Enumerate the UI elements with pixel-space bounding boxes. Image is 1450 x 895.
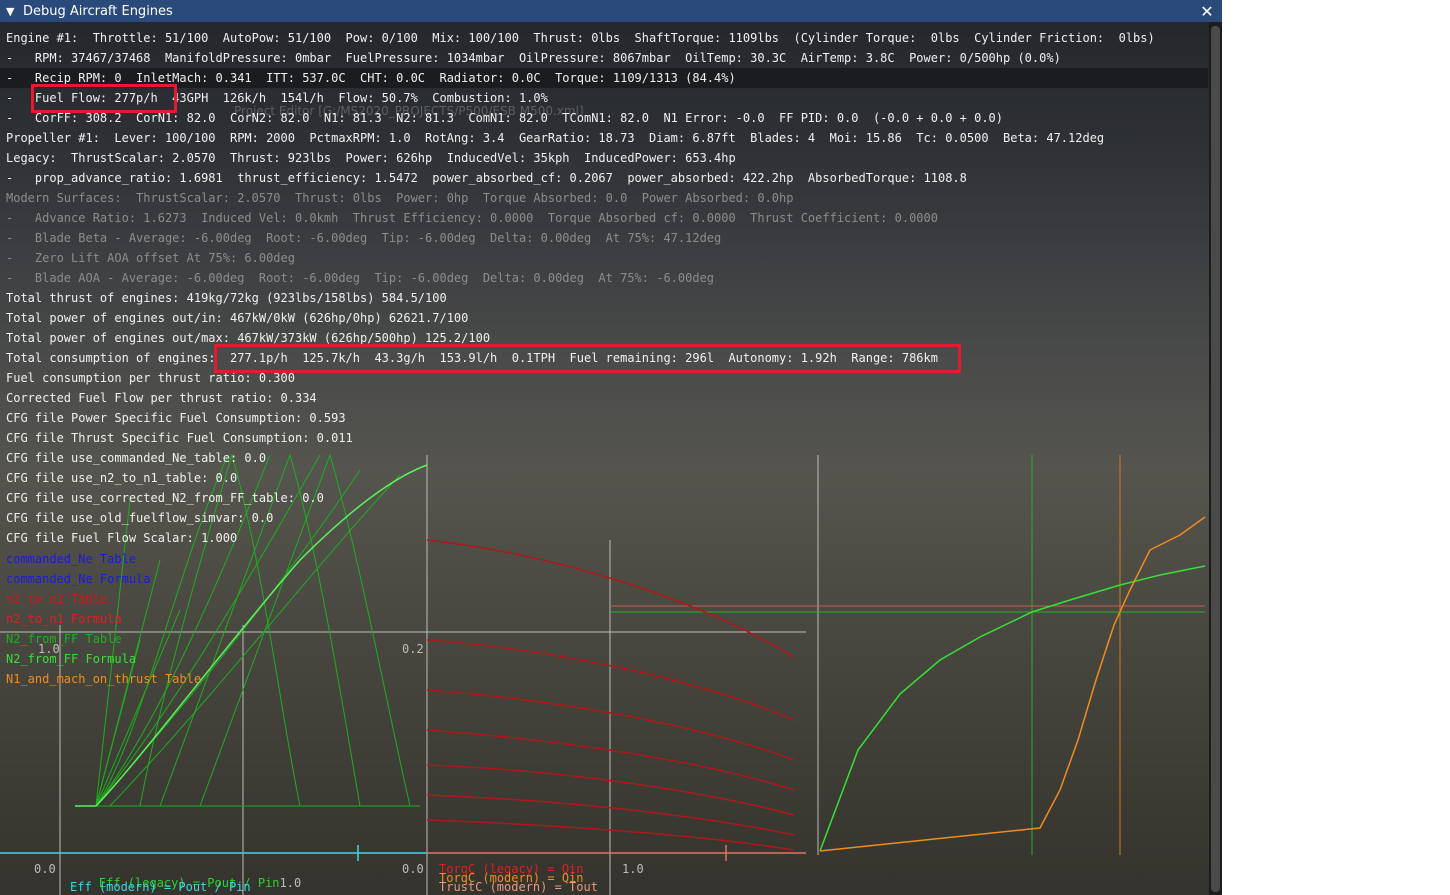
info-line: Fuel consumption per thrust ratio: 0.300 <box>6 371 295 385</box>
fuel-flow-highlight <box>31 84 177 113</box>
eff-legacy-suffix: 1.0 <box>279 876 302 890</box>
info-line: Propeller #1: Lever: 100/100 RPM: 2000 P… <box>6 131 1105 145</box>
info-line: CFG file Fuel Flow Scalar: 1.000 <box>6 531 238 545</box>
eff-curve <box>159 453 361 807</box>
vertical-scrollbar[interactable] <box>1209 22 1222 895</box>
legend-item: N2_from_FF Table <box>6 632 122 646</box>
n2-from-ff-curve <box>819 565 1206 852</box>
info-line: Modern Surfaces: ThrustScalar: 2.0570 Th… <box>6 191 794 205</box>
legend-item: n2_to_n1 Formula <box>6 612 122 626</box>
info-line: Legacy: ThrustScalar: 2.0570 Thrust: 923… <box>6 151 736 165</box>
info-line: Corrected Fuel Flow per thrust ratio: 0.… <box>6 391 317 405</box>
info-line: CFG file use_old_fuelflow_simvar: 0.0 <box>6 511 274 525</box>
info-line: - RPM: 37467/37468 ManifoldPressure: 0mb… <box>6 51 1061 65</box>
info-line: - CorFF: 308.2 CorN1: 82.0 CorN2: 82.0 N… <box>6 111 1003 125</box>
info-line: Total power of engines out/max: 467kW/37… <box>6 331 491 345</box>
eff-curve <box>75 454 321 807</box>
info-line: - Recip RPM: 0 InletMach: 0.341 ITT: 537… <box>6 71 736 85</box>
legend-item: commanded_Ne Table <box>6 552 137 566</box>
eff-curve <box>139 453 301 807</box>
trust-modern-label: TrustC (modern) = Tout <box>439 880 598 894</box>
graph3-label-one: 1.0 <box>622 862 644 876</box>
info-line: CFG file Thrust Specific Fuel Consumptio… <box>6 431 353 445</box>
graph1-label-top: 1.0 <box>38 642 60 656</box>
info-line: - Blade AOA - Average: -6.00deg Root: -6… <box>6 271 715 285</box>
info-line: CFG file use_corrected_N2_from_FF_table:… <box>6 491 324 505</box>
info-line: Engine #1: Throttle: 51/100 AutoPow: 51/… <box>6 31 1155 45</box>
graph1-zero-a: 0.0 <box>34 862 56 876</box>
info-line: CFG file Power Specific Fuel Consumption… <box>6 411 346 425</box>
info-line: - Zero Lift AOA offset At 75%: 6.00deg <box>6 251 295 265</box>
info-line: Total power of engines out/in: 467kW/0kW… <box>6 311 469 325</box>
eff-curve <box>199 453 411 807</box>
debug-engines-window: ▼ Debug Aircraft Engines ✕ Project Edito… <box>0 0 1222 895</box>
info-line: Total thrust of engines: 419kg/72kg (923… <box>6 291 447 305</box>
consumption-highlight <box>214 344 961 373</box>
info-line: CFG file use_n2_to_n1_table: 0.0 <box>6 471 238 485</box>
legend-item: N2_from_FF Formula <box>6 652 137 666</box>
scrollbar-thumb[interactable] <box>1211 26 1220 892</box>
n1-thrust-curve <box>819 516 1206 852</box>
legend-item: n2_to_n1 Table <box>6 592 108 606</box>
info-line: CFG file use_commanded_Ne_table: 0.0 <box>6 451 267 465</box>
legend-item: commanded_Ne Formula <box>6 572 151 586</box>
eff-curve <box>75 454 229 807</box>
legend-item: N1_and_mach_on_thrust Table <box>6 672 202 686</box>
graph1-zero-b: 0.0 <box>402 862 424 876</box>
graph1-label-mid: 0.2 <box>402 642 424 656</box>
info-line: - Advance Ratio: 1.6273 Induced Vel: 0.0… <box>6 211 938 225</box>
info-line: - prop_advance_ratio: 1.6981 thrust_effi… <box>6 171 967 185</box>
info-line: - Blade Beta - Average: -6.00deg Root: -… <box>6 231 722 245</box>
eff-modern-label: Eff (modern) = Pout / Pin <box>70 880 251 894</box>
efficiency-curves <box>75 453 420 807</box>
